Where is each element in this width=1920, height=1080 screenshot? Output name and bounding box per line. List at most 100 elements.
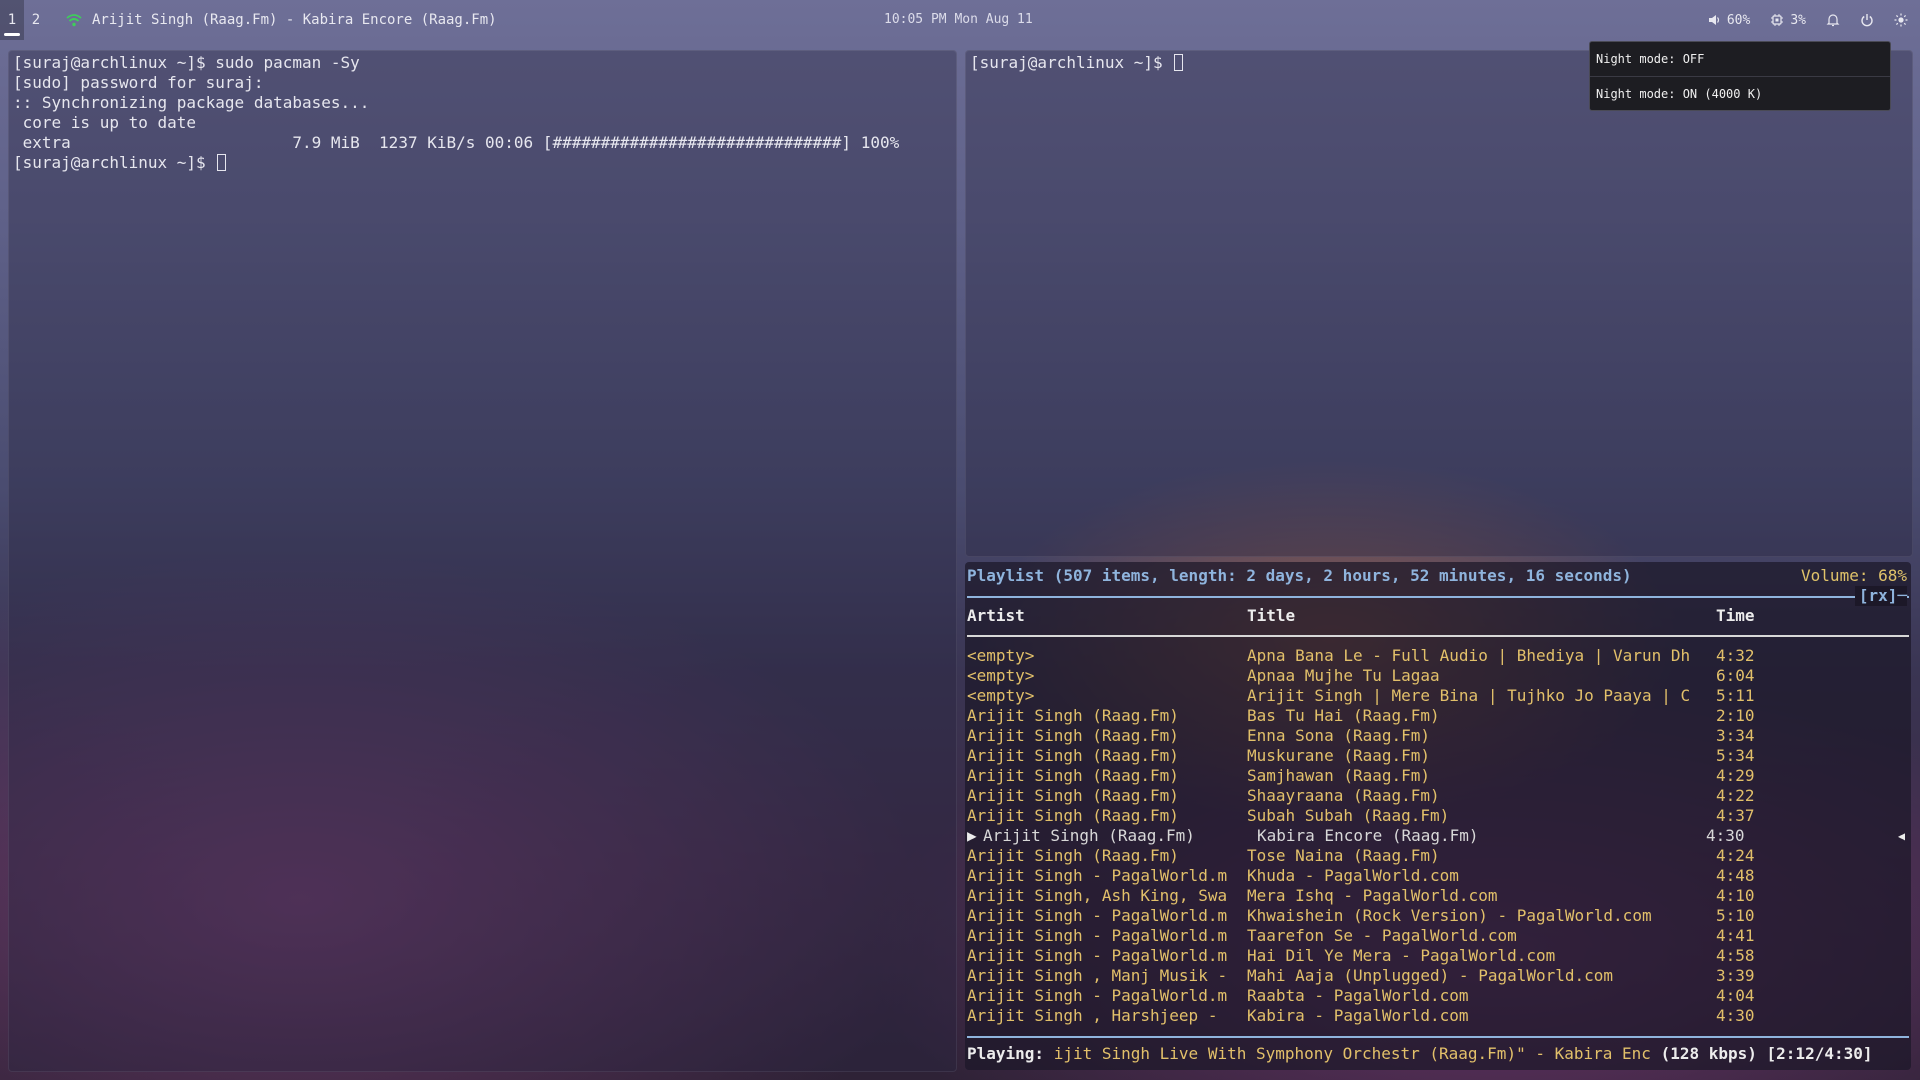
terminal-line: extra 7.9 MiB 1237 KiB/s 00:06 [########… [13,133,900,152]
clock[interactable]: 10:05 PM Mon Aug 11 [884,12,1033,27]
row-title: Shaayraana (Raag.Fm) [1247,786,1440,805]
divider [967,1036,1909,1038]
column-artist[interactable]: Artist [967,606,1025,626]
night-mode-menu: Night mode: OFF Night mode: ON (4000 K) [1589,41,1891,111]
row-artist: Arijit Singh (Raag.Fm) [967,726,1179,745]
divider [967,635,1909,637]
terminal-line: core is up to date [13,113,197,132]
playlist-row[interactable]: Arijit Singh - PagalWorld.m Khwaishein (R… [965,906,1911,926]
row-time: 5:10 [1716,906,1755,925]
playlist-row[interactable]: <empty> Arijit Singh | Mere Bina | Tujhko… [965,686,1911,706]
row-title: Khuda - PagalWorld.com [1247,866,1459,885]
status-bitrate: (128 kbps) [1660,1044,1757,1063]
row-time: 4:41 [1716,926,1755,945]
cpu-icon [1771,14,1784,26]
row-artist: Arijit Singh (Raag.Fm) [967,806,1179,825]
terminal-right[interactable]: [suraj@archlinux ~]$ [965,50,1913,557]
workspace-2[interactable]: 2 [24,0,48,40]
status-label: Playing: [967,1044,1045,1063]
terminal-prompt: [suraj@archlinux ~]$ [970,53,1173,72]
volume-value: 60% [1726,12,1751,28]
row-time: 4:22 [1716,786,1755,805]
row-time: 4:48 [1716,866,1755,885]
playlist-row[interactable]: Arijit Singh - PagalWorld.m Khuda - Pagal… [965,866,1911,886]
volume-indicator: Volume: 68% [1801,566,1907,585]
playlist: <empty> Apna Bana Le - Full Audio | Bhedi… [965,646,1911,1026]
playlist-header: Playlist (507 items, length: 2 days, 2 h… [967,566,1632,585]
row-title: Raabta - PagalWorld.com [1247,986,1469,1005]
row-artist: Arijit Singh - PagalWorld.m [967,946,1228,965]
row-time: 4:30 [1706,826,1745,845]
now-playing-status: Playing: ijit Singh Live With Symphony O… [967,1044,1907,1064]
row-time: 5:11 [1716,686,1755,705]
row-title: Taarefon Se - PagalWorld.com [1247,926,1517,945]
playlist-row[interactable]: Arijit Singh - PagalWorld.m Raabta - Paga… [965,986,1911,1006]
play-marker-icon: ▶ [967,826,977,845]
playlist-row[interactable]: Arijit Singh , Manj Musik - Mahi Aaja (Un… [965,966,1911,986]
row-artist: Arijit Singh - PagalWorld.m [967,986,1228,1005]
row-title: Mahi Aaja (Unplugged) - PagalWorld.com [1247,966,1614,985]
row-time: 4:10 [1716,886,1755,905]
row-title: Samjhawan (Raag.Fm) [1247,766,1431,785]
terminal-line: [sudo] password for suraj: [13,73,264,92]
speaker-icon [1708,15,1719,25]
row-time: 6:04 [1716,666,1755,685]
workspace-1-label: 1 [7,12,17,28]
column-time[interactable]: Time [1716,606,1755,626]
volume-widget[interactable]: 60% [1707,13,1750,28]
power-button[interactable] [1860,13,1874,27]
night-mode-on-option[interactable]: Night mode: ON (4000 K) [1590,76,1890,110]
playlist-row[interactable]: Arijit Singh (Raag.Fm) Shaayraana (Raag.F… [965,786,1911,806]
terminal-prompt-line: [suraj@archlinux ~]$ [13,153,952,173]
row-time: 5:34 [1716,746,1755,765]
notifications-button[interactable] [1826,13,1840,27]
row-title: Bas Tu Hai (Raag.Fm) [1247,706,1440,725]
status-time: [2:12/4:30] [1766,1044,1873,1063]
window-title: Arijit Singh (Raag.Fm) - Kabira Encore (… [92,12,497,28]
playlist-row[interactable]: Arijit Singh (Raag.Fm) Enna Sona (Raag.Fm… [965,726,1911,746]
row-artist: Arijit Singh (Raag.Fm) [967,846,1179,865]
night-mode-button[interactable] [1894,13,1908,27]
row-time: 3:34 [1716,726,1755,745]
row-time: 4:32 [1716,646,1755,665]
row-time: 4:30 [1716,1006,1755,1025]
top-bar: 1 2 Arijit Singh (Raag.Fm) - Kabira Enco… [0,0,1920,40]
row-time: 4:29 [1716,766,1755,785]
row-time: 2:10 [1716,706,1755,725]
workspace-1[interactable]: 1 [0,0,24,40]
terminal-left[interactable]: [suraj@archlinux ~]$ sudo pacman -Sy [sud… [8,50,957,1072]
playlist-row[interactable]: Arijit Singh (Raag.Fm) Subah Subah (Raag.… [965,806,1911,826]
row-artist: Arijit Singh (Raag.Fm) [983,826,1195,845]
playlist-row[interactable]: Arijit Singh - PagalWorld.m Hai Dil Ye Me… [965,946,1911,966]
workspace-2-label: 2 [31,12,41,28]
cpu-widget[interactable]: 3% [1770,13,1806,28]
row-title: Kabira - PagalWorld.com [1247,1006,1469,1025]
row-title: Tose Naina (Raag.Fm) [1247,846,1440,865]
playlist-row[interactable]: Arijit Singh (Raag.Fm) Muskurane (Raag.Fm… [965,746,1911,766]
playlist-row[interactable]: <empty> Apna Bana Le - Full Audio | Bhedi… [965,646,1911,666]
row-time: 4:04 [1716,986,1755,1005]
row-artist: Arijit Singh (Raag.Fm) [967,746,1179,765]
terminal-cursor [217,154,227,171]
playlist-row-current[interactable]: ▶ Arijit Singh (Raag.Fm) Kabira Encore (Ra… [965,826,1911,846]
playlist-row[interactable]: Arijit Singh - PagalWorld.m Taarefon Se -… [965,926,1911,946]
row-artist: Arijit Singh , Harshjeep - [967,1006,1218,1025]
playlist-row[interactable]: Arijit Singh, Ash King, Swa Mera Ishq - P… [965,886,1911,906]
column-title[interactable]: Title [1247,606,1295,626]
row-artist: <empty> [967,666,1035,685]
system-tray: 60% 3% [1687,0,1908,40]
divider [967,596,1909,598]
sun-icon [1894,13,1908,27]
row-title: Arijit Singh | Mere Bina | Tujhko Jo Paa… [1247,686,1691,705]
night-mode-off-option[interactable]: Night mode: OFF [1590,42,1890,76]
wifi-icon[interactable] [66,13,82,27]
playlist-row[interactable]: Arijit Singh (Raag.Fm) Tose Naina (Raag.F… [965,846,1911,866]
ncmpcpp-window[interactable]: Playlist (507 items, length: 2 days, 2 h… [965,562,1911,1070]
row-time: 3:39 [1716,966,1755,985]
terminal-line: [suraj@archlinux ~]$ sudo pacman -Sy [13,53,360,72]
cpu-value: 3% [1790,12,1806,28]
playlist-row[interactable]: Arijit Singh (Raag.Fm) Samjhawan (Raag.Fm… [965,766,1911,786]
playlist-row[interactable]: <empty> Apnaa Mujhe Tu Lagaa 6:04 [965,666,1911,686]
playlist-row[interactable]: Arijit Singh (Raag.Fm) Bas Tu Hai (Raag.F… [965,706,1911,726]
playlist-row[interactable]: Arijit Singh , Harshjeep - Kabira - Pagal… [965,1006,1911,1026]
